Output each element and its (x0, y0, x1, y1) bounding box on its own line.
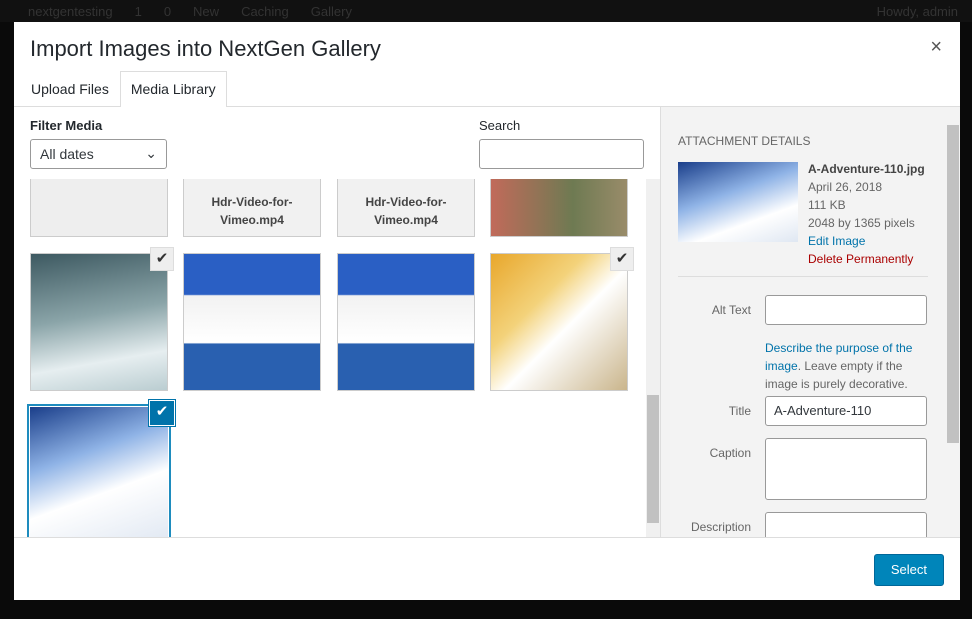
dimensions: 2048 by 1365 pixels (808, 216, 915, 230)
filter-label: Filter Media (30, 118, 103, 133)
caption-textarea[interactable] (765, 438, 927, 500)
description-textarea[interactable] (765, 512, 927, 537)
attachments-grid: Hdr-Video-for-Vimeo.mp4 Hdr-Video-for-Vi… (14, 179, 646, 537)
attachment-thumb-active[interactable]: ✔ (30, 401, 174, 537)
updates-count[interactable]: 1 (135, 4, 142, 19)
details-meta: A-Adventure-110.jpg April 26, 2018 111 K… (808, 160, 925, 268)
tab-bar: Upload Files Media Library (14, 71, 960, 107)
check-icon[interactable]: ✔ (150, 401, 174, 425)
attachment-thumb-selected[interactable]: ✔ (30, 247, 174, 391)
details-heading: Attachment Details (678, 134, 811, 148)
check-icon[interactable]: ✔ (610, 247, 634, 271)
attachment-thumb[interactable] (337, 253, 475, 391)
details-thumbnail (678, 162, 798, 242)
attachment-thumb-selected[interactable]: ✔ (490, 247, 634, 391)
date-filter-select[interactable]: All dates ⌄ (30, 139, 167, 169)
description-label: Description (690, 520, 751, 534)
caching-link[interactable]: Caching (241, 4, 289, 19)
details-scrollbar[interactable] (945, 107, 960, 537)
attachment-video[interactable]: Hdr-Video-for-Vimeo.mp4 (337, 179, 475, 237)
divider (678, 276, 928, 277)
attachment-video[interactable]: Hdr-Video-for-Vimeo.mp4 (183, 179, 321, 237)
gallery-link[interactable]: Gallery (311, 4, 352, 19)
search-input[interactable] (479, 139, 644, 169)
close-icon[interactable]: × (930, 36, 942, 59)
tab-media-library[interactable]: Media Library (119, 71, 227, 107)
alt-text-input[interactable] (765, 295, 927, 325)
filename: A-Adventure-110.jpg (808, 162, 925, 176)
attachment-thumb[interactable] (30, 179, 168, 237)
delete-permanently-link[interactable]: Delete Permanently (808, 250, 925, 268)
caption-label: Caption (709, 446, 751, 460)
select-button[interactable]: Select (873, 554, 944, 586)
attachment-details-panel: Attachment Details A-Adventure-110.jpg A… (660, 107, 960, 537)
comments-count[interactable]: 0 (164, 4, 171, 19)
new-link[interactable]: New (193, 4, 219, 19)
search-label: Search (479, 118, 521, 133)
grid-scrollbar[interactable] (646, 179, 660, 537)
alt-text-label: Alt Text (711, 303, 751, 317)
site-name[interactable]: nextgentesting (28, 4, 113, 19)
attachment-thumb[interactable] (490, 179, 628, 237)
attachment-thumb[interactable] (183, 253, 321, 391)
modal-title: Import Images into NextGen Gallery (30, 36, 381, 61)
tab-upload-files[interactable]: Upload Files (20, 71, 120, 106)
howdy-user[interactable]: Howdy, admin (877, 4, 958, 19)
edit-image-link[interactable]: Edit Image (808, 232, 925, 250)
scrollbar-thumb[interactable] (947, 125, 959, 443)
admin-bar: nextgentesting 1 0 New Caching Gallery H… (0, 0, 972, 22)
media-browser: Filter Media All dates ⌄ Search Hdr-Video… (14, 107, 660, 537)
check-icon[interactable]: ✔ (150, 247, 174, 271)
chevron-down-icon: ⌄ (145, 145, 157, 161)
file-size: 111 KB (808, 198, 846, 212)
modal-footer: Select (14, 537, 960, 600)
scrollbar-thumb[interactable] (647, 395, 659, 523)
date-filter-value: All dates (40, 146, 94, 162)
alt-text-help: Describe the purpose of the image. Leave… (765, 339, 930, 393)
import-modal: Import Images into NextGen Gallery × Upl… (14, 22, 960, 600)
title-input[interactable]: A-Adventure-110 (765, 396, 927, 426)
title-label: Title (728, 404, 751, 418)
upload-date: April 26, 2018 (808, 180, 883, 194)
